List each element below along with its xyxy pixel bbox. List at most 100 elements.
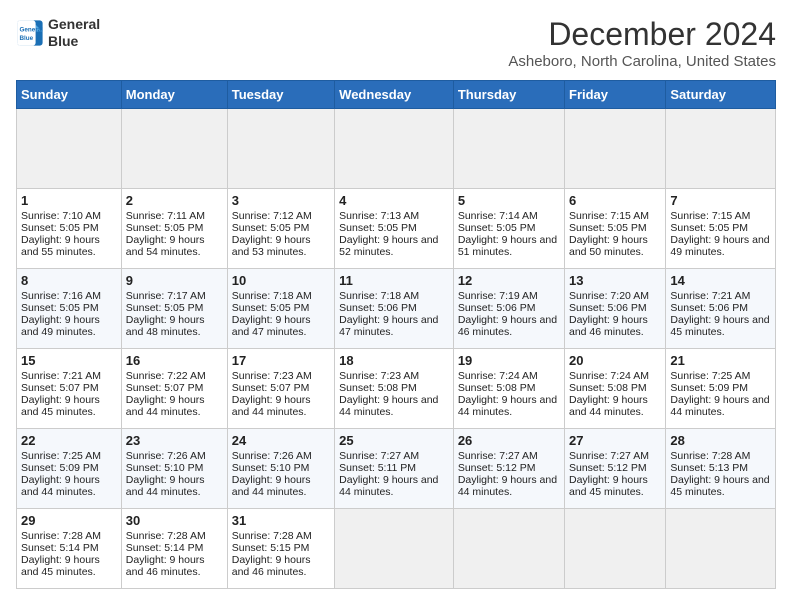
day-number: 28 xyxy=(670,433,771,448)
weekday-header-tuesday: Tuesday xyxy=(227,81,334,109)
sunset-text: Sunset: 5:05 PM xyxy=(670,222,748,234)
sunset-text: Sunset: 5:06 PM xyxy=(458,302,536,314)
svg-text:General: General xyxy=(20,26,44,33)
calendar-cell xyxy=(227,109,334,189)
sunset-text: Sunset: 5:10 PM xyxy=(232,462,310,474)
daylight-text: Daylight: 9 hours and 51 minutes. xyxy=(458,234,557,258)
calendar-cell xyxy=(121,109,227,189)
sunrise-text: Sunrise: 7:14 AM xyxy=(458,210,538,222)
calendar-cell: 1Sunrise: 7:10 AMSunset: 5:05 PMDaylight… xyxy=(17,189,122,269)
sunrise-text: Sunrise: 7:24 AM xyxy=(458,370,538,382)
calendar-cell: 12Sunrise: 7:19 AMSunset: 5:06 PMDayligh… xyxy=(453,269,564,349)
sunrise-text: Sunrise: 7:18 AM xyxy=(339,290,419,302)
svg-text:Blue: Blue xyxy=(20,35,34,42)
daylight-text: Daylight: 9 hours and 48 minutes. xyxy=(126,314,205,338)
sunset-text: Sunset: 5:11 PM xyxy=(339,462,416,474)
day-number: 10 xyxy=(232,273,330,288)
calendar-cell: 26Sunrise: 7:27 AMSunset: 5:12 PMDayligh… xyxy=(453,429,564,509)
sunrise-text: Sunrise: 7:28 AM xyxy=(126,530,206,542)
daylight-text: Daylight: 9 hours and 54 minutes. xyxy=(126,234,205,258)
day-number: 3 xyxy=(232,193,330,208)
daylight-text: Daylight: 9 hours and 46 minutes. xyxy=(232,554,311,578)
daylight-text: Daylight: 9 hours and 47 minutes. xyxy=(339,314,438,338)
weekday-header-saturday: Saturday xyxy=(666,81,776,109)
calendar-cell: 5Sunrise: 7:14 AMSunset: 5:05 PMDaylight… xyxy=(453,189,564,269)
day-number: 22 xyxy=(21,433,117,448)
sunset-text: Sunset: 5:05 PM xyxy=(232,222,310,234)
sunrise-text: Sunrise: 7:28 AM xyxy=(232,530,312,542)
calendar-cell: 28Sunrise: 7:28 AMSunset: 5:13 PMDayligh… xyxy=(666,429,776,509)
daylight-text: Daylight: 9 hours and 45 minutes. xyxy=(670,314,769,338)
calendar-cell: 10Sunrise: 7:18 AMSunset: 5:05 PMDayligh… xyxy=(227,269,334,349)
sunset-text: Sunset: 5:06 PM xyxy=(569,302,647,314)
calendar-cell xyxy=(335,509,454,589)
weekday-header-monday: Monday xyxy=(121,81,227,109)
day-number: 2 xyxy=(126,193,223,208)
calendar-cell: 21Sunrise: 7:25 AMSunset: 5:09 PMDayligh… xyxy=(666,349,776,429)
calendar-cell: 31Sunrise: 7:28 AMSunset: 5:15 PMDayligh… xyxy=(227,509,334,589)
sunset-text: Sunset: 5:09 PM xyxy=(670,382,748,394)
day-number: 9 xyxy=(126,273,223,288)
sunset-text: Sunset: 5:07 PM xyxy=(21,382,99,394)
sunset-text: Sunset: 5:05 PM xyxy=(21,222,99,234)
sunrise-text: Sunrise: 7:20 AM xyxy=(569,290,649,302)
logo: General Blue General Blue xyxy=(16,16,100,50)
calendar-cell xyxy=(335,109,454,189)
day-number: 21 xyxy=(670,353,771,368)
sunrise-text: Sunrise: 7:25 AM xyxy=(21,450,101,462)
sunrise-text: Sunrise: 7:25 AM xyxy=(670,370,750,382)
calendar-cell: 17Sunrise: 7:23 AMSunset: 5:07 PMDayligh… xyxy=(227,349,334,429)
calendar-week-2: 1Sunrise: 7:10 AMSunset: 5:05 PMDaylight… xyxy=(17,189,776,269)
calendar-cell: 2Sunrise: 7:11 AMSunset: 5:05 PMDaylight… xyxy=(121,189,227,269)
daylight-text: Daylight: 9 hours and 45 minutes. xyxy=(569,474,648,498)
daylight-text: Daylight: 9 hours and 44 minutes. xyxy=(339,474,438,498)
daylight-text: Daylight: 9 hours and 44 minutes. xyxy=(232,474,311,498)
sunrise-text: Sunrise: 7:15 AM xyxy=(670,210,750,222)
daylight-text: Daylight: 9 hours and 44 minutes. xyxy=(126,394,205,418)
day-number: 19 xyxy=(458,353,560,368)
calendar-cell: 9Sunrise: 7:17 AMSunset: 5:05 PMDaylight… xyxy=(121,269,227,349)
weekday-header-sunday: Sunday xyxy=(17,81,122,109)
day-number: 17 xyxy=(232,353,330,368)
daylight-text: Daylight: 9 hours and 50 minutes. xyxy=(569,234,648,258)
day-number: 30 xyxy=(126,513,223,528)
day-number: 29 xyxy=(21,513,117,528)
day-number: 15 xyxy=(21,353,117,368)
day-number: 11 xyxy=(339,273,449,288)
calendar-cell: 16Sunrise: 7:22 AMSunset: 5:07 PMDayligh… xyxy=(121,349,227,429)
calendar-cell: 23Sunrise: 7:26 AMSunset: 5:10 PMDayligh… xyxy=(121,429,227,509)
calendar-week-4: 15 Sunrise: 7:21 AMSunset: 5:07 PM Dayligh… xyxy=(17,349,776,429)
calendar-cell: 18Sunrise: 7:23 AMSunset: 5:08 PMDayligh… xyxy=(335,349,454,429)
calendar-cell: 13Sunrise: 7:20 AMSunset: 5:06 PMDayligh… xyxy=(565,269,666,349)
calendar-cell: 15Sunrise: 7:21 AMSunset: 5:07 PMDayligh… xyxy=(17,349,122,429)
header: General Blue General Blue December 2024 … xyxy=(16,16,776,70)
sunset-text: Sunset: 5:05 PM xyxy=(126,222,204,234)
day-number: 8 xyxy=(21,273,117,288)
calendar-cell xyxy=(565,509,666,589)
calendar-week-5: 22Sunrise: 7:25 AMSunset: 5:09 PMDayligh… xyxy=(17,429,776,509)
daylight-text: Daylight: 9 hours and 49 minutes. xyxy=(21,314,100,338)
day-number: 5 xyxy=(458,193,560,208)
sunset-text: Sunset: 5:05 PM xyxy=(126,302,204,314)
sunrise-text: Sunrise: 7:10 AM xyxy=(21,210,101,222)
sunrise-text: Sunrise: 7:27 AM xyxy=(458,450,538,462)
calendar-cell: 14Sunrise: 7:21 AMSunset: 5:06 PMDayligh… xyxy=(666,269,776,349)
calendar-cell xyxy=(565,109,666,189)
calendar-cell: 27Sunrise: 7:27 AMSunset: 5:12 PMDayligh… xyxy=(565,429,666,509)
logo-line2: Blue xyxy=(48,33,100,50)
day-number: 7 xyxy=(670,193,771,208)
day-number: 14 xyxy=(670,273,771,288)
calendar-cell: 11Sunrise: 7:18 AMSunset: 5:06 PMDayligh… xyxy=(335,269,454,349)
calendar-week-6: 29Sunrise: 7:28 AMSunset: 5:14 PMDayligh… xyxy=(17,509,776,589)
sunrise-text: Sunrise: 7:27 AM xyxy=(339,450,419,462)
daylight-text: Daylight: 9 hours and 44 minutes. xyxy=(339,394,438,418)
weekday-header-row: SundayMondayTuesdayWednesdayThursdayFrid… xyxy=(17,81,776,109)
sunrise-text: Sunrise: 7:27 AM xyxy=(569,450,649,462)
sunrise-text: Sunrise: 7:21 AM xyxy=(21,370,101,382)
logo-icon: General Blue xyxy=(16,19,44,47)
sunset-text: Sunset: 5:12 PM xyxy=(569,462,647,474)
day-number: 31 xyxy=(232,513,330,528)
calendar-cell: 19Sunrise: 7:24 AMSunset: 5:08 PMDayligh… xyxy=(453,349,564,429)
day-number: 4 xyxy=(339,193,449,208)
day-number: 25 xyxy=(339,433,449,448)
